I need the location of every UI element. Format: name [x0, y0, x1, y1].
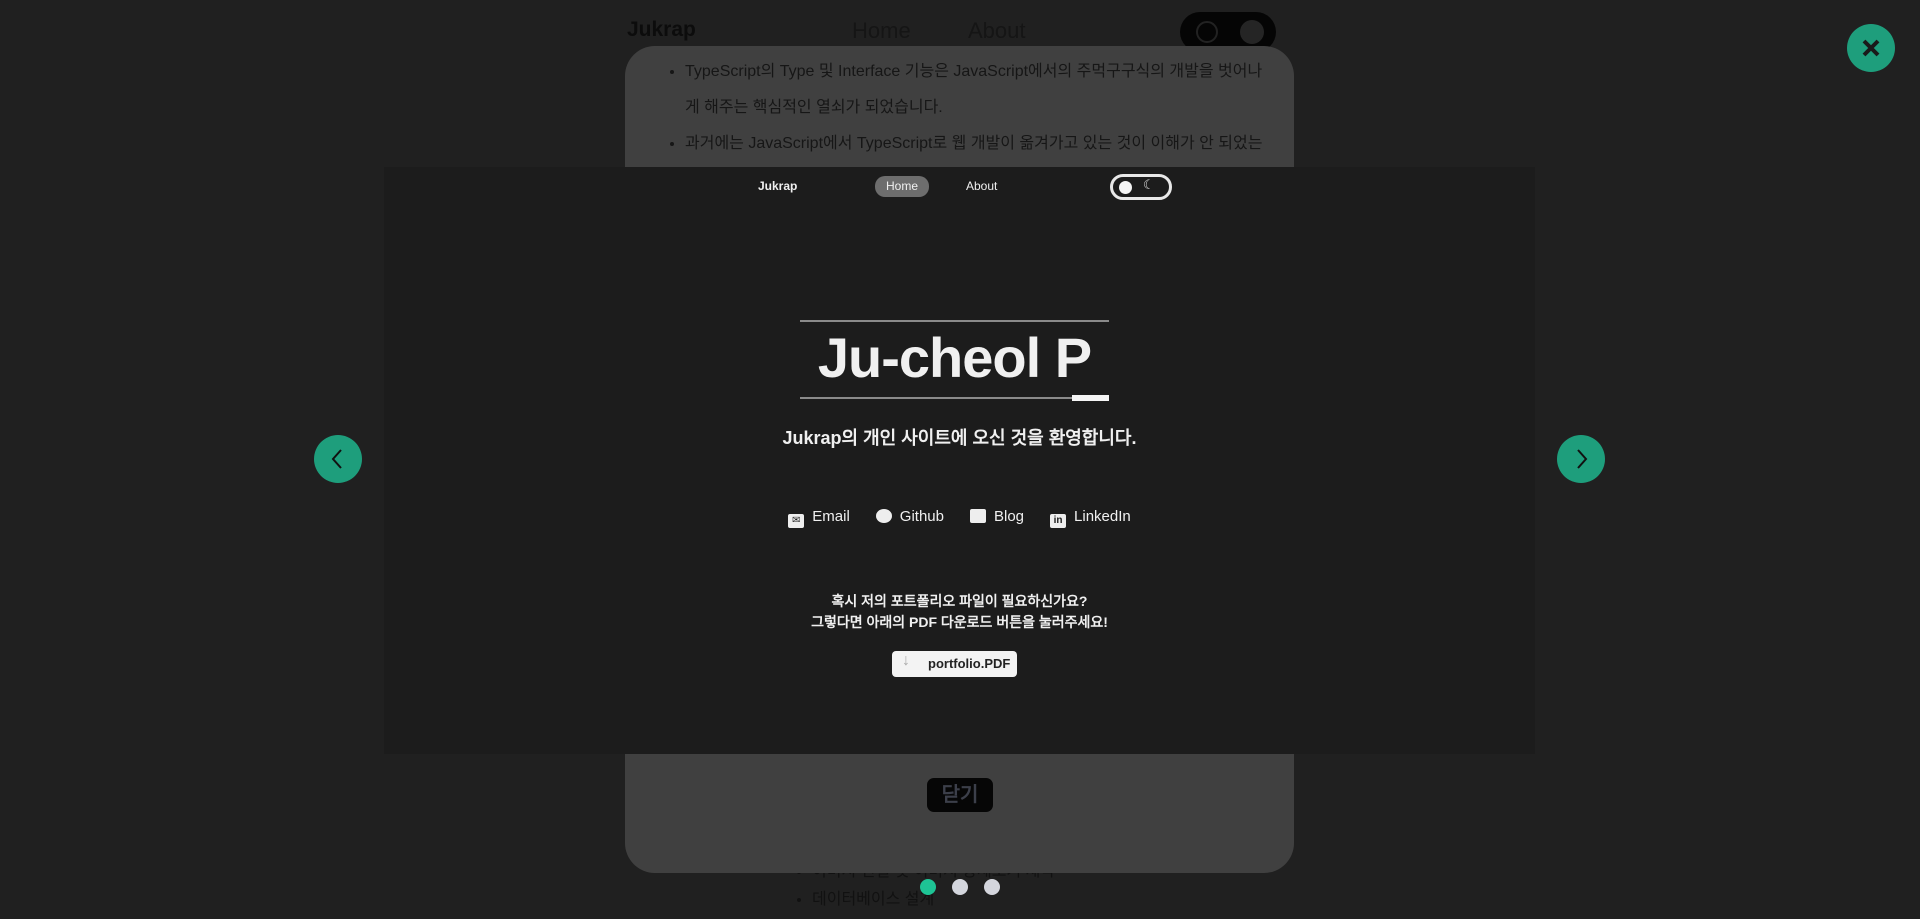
blog-icon [969, 509, 986, 523]
slide-links: ✉ Email Github Blog in LinkedIn [384, 508, 1535, 528]
slide-title: Ju-cheol P [817, 326, 1092, 389]
slide-dot-1-active[interactable] [920, 879, 936, 895]
list-item: 과거에는 JavaScript에서 TypeScript로 웹 개발이 옮겨가고… [685, 126, 1275, 162]
sun-icon [1196, 21, 1218, 43]
close-viewer-button[interactable] [1847, 24, 1895, 72]
question-line-2: 그렇다면 아래의 PDF 다운로드 버튼을 눌러주세요! [811, 614, 1108, 630]
typing-cursor [1072, 395, 1109, 401]
email-icon: ✉ [788, 514, 805, 528]
moon-icon: ☾ [1143, 177, 1155, 192]
download-arrow-icon: ↓ [902, 652, 910, 669]
linkedin-icon: in [1050, 514, 1067, 528]
github-icon [875, 509, 892, 523]
link-label: Github [899, 508, 944, 525]
modal-close-button[interactable]: 닫기 [927, 778, 993, 812]
slide-subtitle: Jukrap의 개인 사이트에 오신 것을 환영합니다. [782, 428, 1137, 448]
pdf-label: portfolio.PDF [928, 656, 1011, 671]
title-line-top [800, 320, 1109, 322]
slide-image: Jukrap Home About ☾ Ju-cheol P Jukrap의 개… [384, 167, 1535, 754]
list-item: TypeScript의 Type 및 Interface 기능은 JavaScr… [685, 54, 1275, 126]
chevron-left-icon [331, 449, 342, 469]
slide-nav-about: About [966, 179, 998, 193]
link-blog: Blog [969, 508, 1025, 528]
next-slide-button[interactable] [1557, 435, 1605, 483]
title-line-bottom [800, 397, 1109, 399]
close-icon [1862, 39, 1880, 57]
link-linkedin: in LinkedIn [1050, 508, 1131, 528]
link-github: Github [875, 508, 944, 528]
question-line-1: 혹시 저의 포트폴리오 파일이 필요하신가요? [831, 593, 1088, 609]
slide-nav-home: Home [875, 176, 929, 197]
slide-dot-2[interactable] [952, 879, 968, 895]
toggle-knob [1119, 181, 1132, 194]
slide-pdf-button: ↓ portfolio.PDF [892, 651, 1017, 677]
prev-slide-button[interactable] [314, 435, 362, 483]
bg-nav-about: About [968, 18, 1026, 43]
link-label: Email [812, 508, 850, 525]
slide-brand: Jukrap [758, 179, 798, 193]
slide-theme-toggle: ☾ [1110, 174, 1172, 200]
link-email: ✉ Email [788, 508, 850, 528]
chevron-right-icon [1577, 449, 1588, 469]
slide-question: 혹시 저의 포트폴리오 파일이 필요하신가요? 그렇다면 아래의 PDF 다운로… [384, 591, 1535, 633]
bg-nav-home: Home [852, 18, 911, 43]
link-label: Blog [993, 508, 1025, 525]
toggle-knob [1240, 20, 1264, 44]
slide-dot-3[interactable] [984, 879, 1000, 895]
link-label: LinkedIn [1074, 508, 1131, 525]
bg-brand: Jukrap [627, 18, 696, 41]
